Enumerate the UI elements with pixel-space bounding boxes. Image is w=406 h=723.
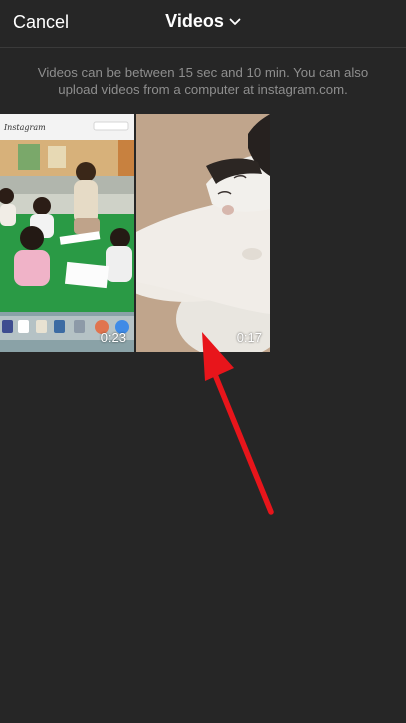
videos-album-selector[interactable]: Videos	[165, 11, 241, 32]
arrow-shaft	[211, 369, 274, 515]
video-thumbnail[interactable]: Instagram 0:23	[0, 114, 134, 352]
video-thumbnail[interactable]: 0:17	[136, 114, 270, 352]
navigation-bar: Cancel Videos	[0, 0, 406, 48]
video-grid: Instagram 0:23 0:17	[0, 114, 406, 352]
instagram-logo-text: Instagram	[3, 123, 46, 132]
page-title: Videos	[165, 11, 224, 31]
red-arrow-annotation	[202, 332, 274, 515]
classroom-thumbnail-image: Instagram	[0, 114, 134, 352]
cat-thumbnail-image	[136, 114, 270, 352]
video-duration: 0:23	[100, 330, 126, 345]
video-length-notice: Videos can be between 15 sec and 10 min.…	[37, 65, 369, 97]
chevron-down-icon	[229, 18, 241, 25]
title-area: Videos	[0, 11, 406, 32]
video-duration: 0:17	[236, 330, 262, 345]
